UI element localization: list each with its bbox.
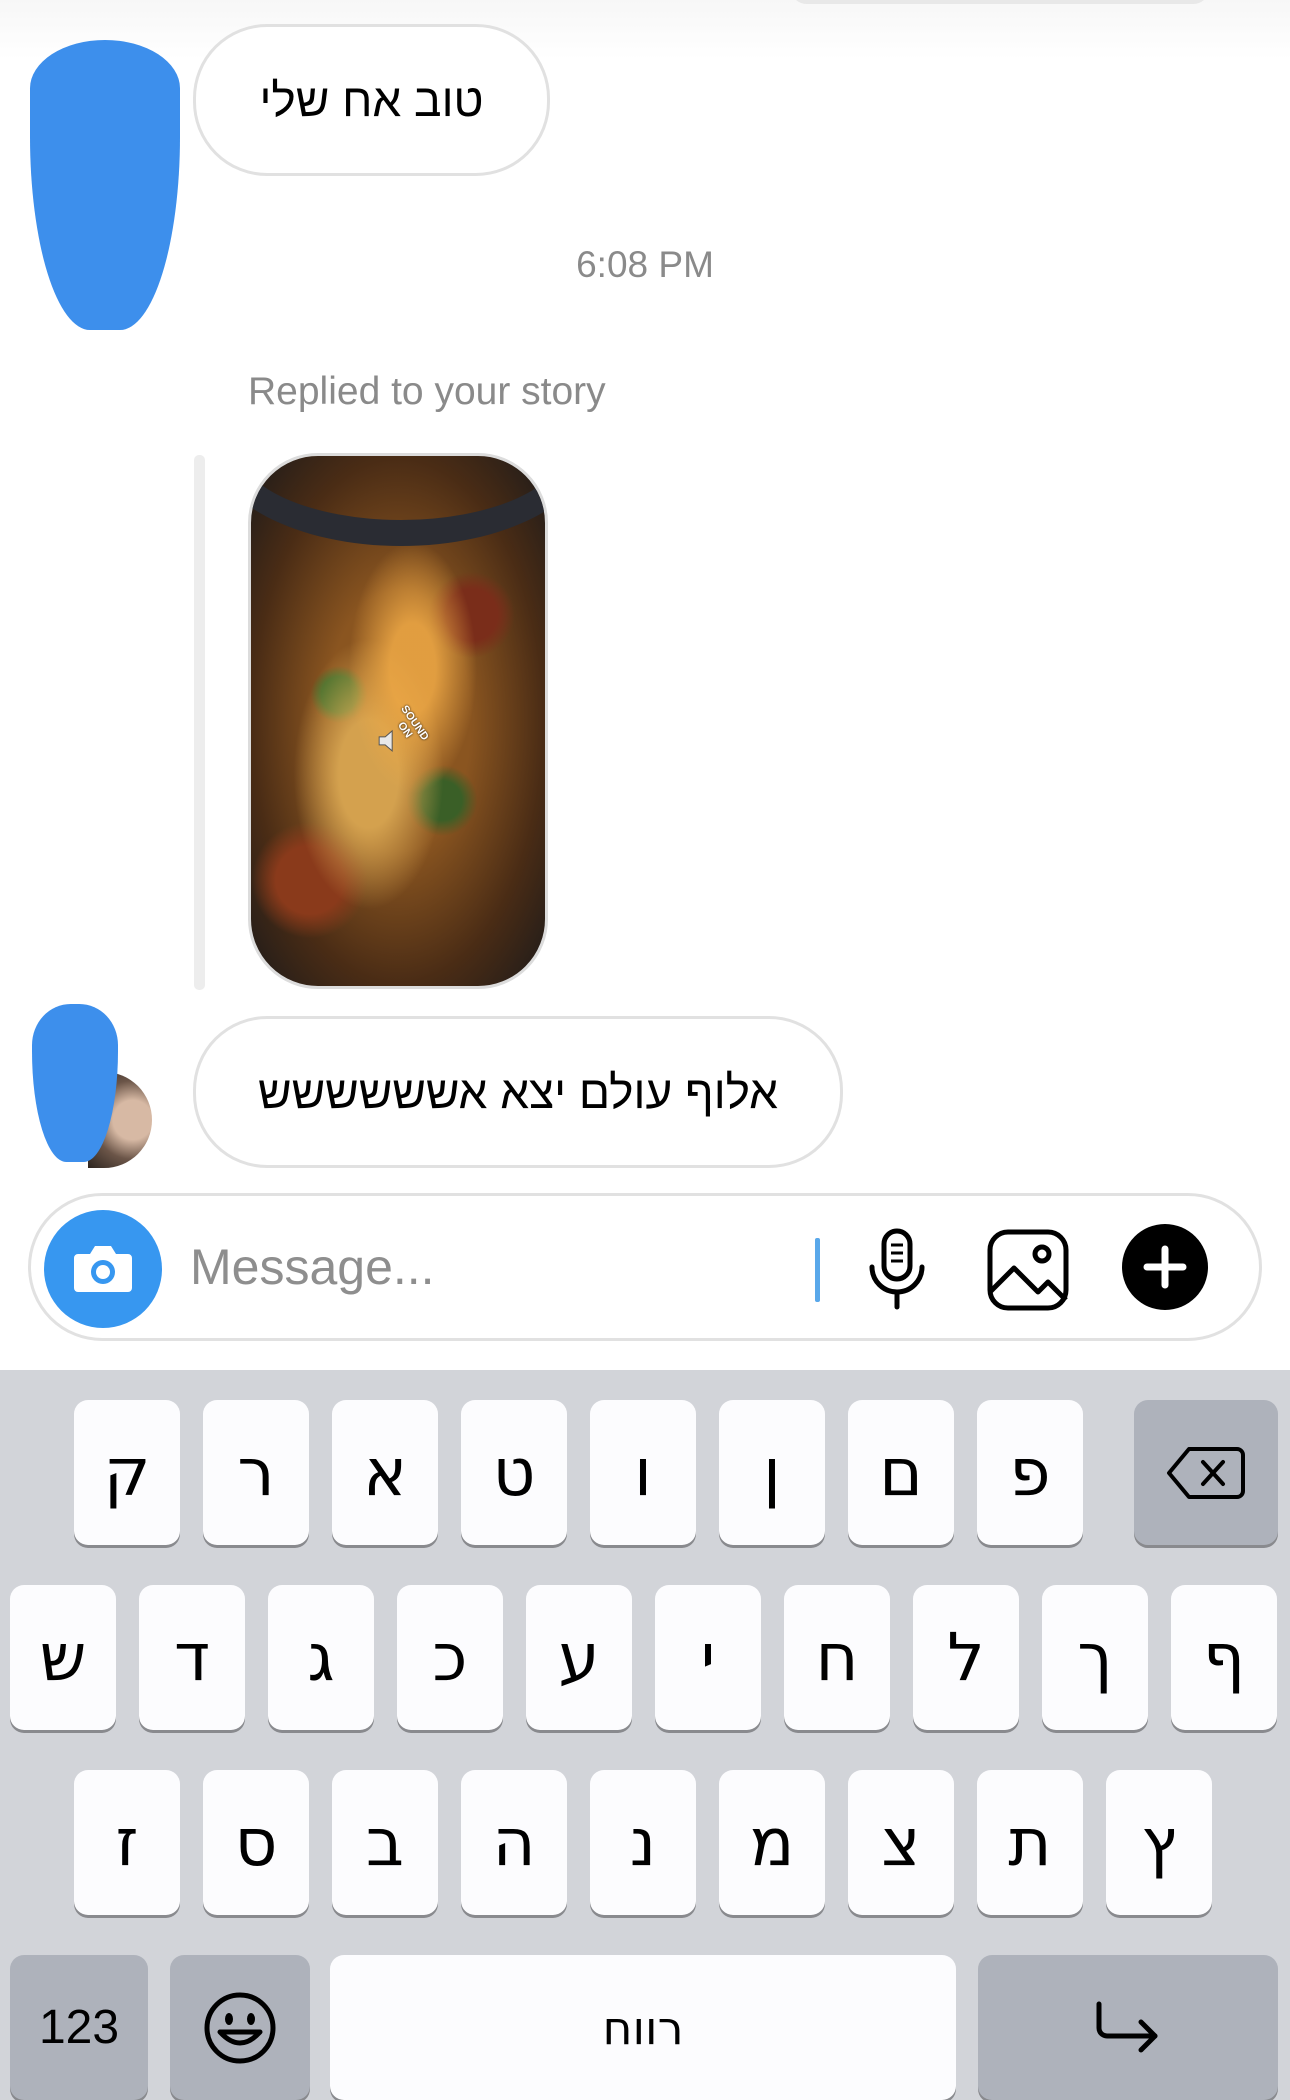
chat-area: טוב אח שלי 6:08 PM Replied to your story… (0, 0, 1290, 1370)
key[interactable]: ס (203, 1770, 309, 1915)
key[interactable]: ו (590, 1400, 696, 1545)
key[interactable]: ן (719, 1400, 825, 1545)
key[interactable]: פ (977, 1400, 1083, 1545)
camera-button[interactable] (44, 1210, 162, 1328)
story-reply-label: Replied to your story (248, 370, 606, 413)
key[interactable]: ר (203, 1400, 309, 1545)
more-options-button[interactable] (1122, 1224, 1208, 1310)
key[interactable]: ף (1171, 1585, 1277, 1730)
key[interactable]: ם (848, 1400, 954, 1545)
reply-indicator-line (194, 455, 205, 990)
backspace-icon (1167, 1446, 1245, 1499)
message-bubble[interactable]: אלוף עולם יצא אשששששש (193, 1016, 843, 1168)
emoji-icon (204, 1992, 276, 2063)
key[interactable]: ך (1042, 1585, 1148, 1730)
space-key[interactable]: רווח (330, 1955, 956, 2100)
key[interactable]: י (655, 1585, 761, 1730)
sender-avatar-redacted[interactable] (30, 40, 180, 330)
key[interactable]: צ (848, 1770, 954, 1915)
message-timestamp: 6:08 PM (576, 244, 714, 285)
key[interactable]: ש (10, 1585, 116, 1730)
key[interactable]: ח (784, 1585, 890, 1730)
key[interactable]: ט (461, 1400, 567, 1545)
message-bubble[interactable]: טוב אח שלי (193, 24, 550, 176)
key[interactable]: ע (526, 1585, 632, 1730)
key[interactable]: ה (461, 1770, 567, 1915)
previous-message-edge (790, 0, 1210, 4)
story-thumbnail[interactable]: SOUND ON (248, 453, 548, 989)
message-text: אלוף עולם יצא אשששששש (258, 1066, 778, 1118)
numbers-key[interactable]: 123 (10, 1955, 148, 2100)
message-input[interactable] (190, 1225, 790, 1309)
pan-rim (251, 456, 545, 546)
key[interactable]: נ (590, 1770, 696, 1915)
key[interactable]: ל (913, 1585, 1019, 1730)
emoji-key[interactable] (170, 1955, 310, 2100)
key[interactable]: א (332, 1400, 438, 1545)
plus-icon (1143, 1245, 1187, 1289)
return-key[interactable] (978, 1955, 1278, 2100)
key[interactable]: מ (719, 1770, 825, 1915)
hebrew-keyboard: ק ר א ט ו ן ם פ ש ד ג כ ע י ח ל ך ף ז ס … (0, 1370, 1290, 2100)
delete-key[interactable] (1134, 1400, 1278, 1545)
key[interactable]: ג (268, 1585, 374, 1730)
key[interactable]: ק (74, 1400, 180, 1545)
speaker-icon (378, 729, 393, 752)
return-arrow-icon (1096, 2001, 1158, 2052)
voice-message-button[interactable] (857, 1220, 937, 1320)
gallery-button[interactable] (982, 1224, 1074, 1316)
key[interactable]: ד (139, 1585, 245, 1730)
key[interactable]: ת (977, 1770, 1083, 1915)
sound-on-sticker: SOUND ON (357, 692, 441, 776)
message-text: טוב אח שלי (259, 74, 484, 126)
key[interactable]: ץ (1106, 1770, 1212, 1915)
key[interactable]: ז (74, 1770, 180, 1915)
key[interactable]: כ (397, 1585, 503, 1730)
text-cursor (815, 1238, 820, 1302)
microphone-icon (869, 1228, 925, 1310)
camera-icon (74, 1246, 132, 1292)
key[interactable]: ב (332, 1770, 438, 1915)
image-icon (987, 1229, 1069, 1311)
